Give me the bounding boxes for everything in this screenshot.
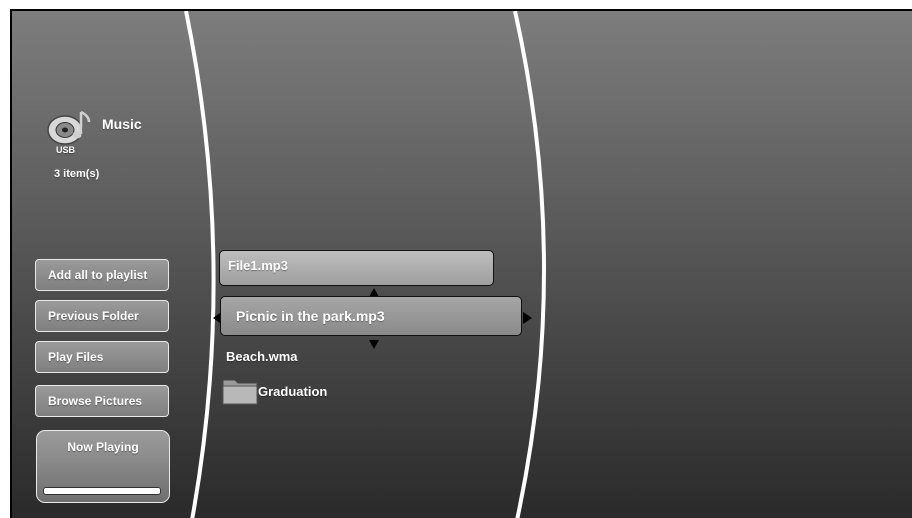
right-arrow-icon[interactable] (523, 312, 532, 324)
now-playing-label: Now Playing (67, 440, 139, 454)
now-playing-panel[interactable]: Now Playing (36, 430, 170, 503)
item-count: 3 item(s) (54, 168, 100, 180)
file-item-beach[interactable]: Beach.wma (226, 349, 298, 364)
previous-folder-button[interactable]: Previous Folder (35, 300, 169, 332)
left-arrow-icon[interactable] (213, 313, 220, 323)
scroll-down-arrow-icon[interactable] (369, 340, 379, 349)
media-browser-screen: Music USB 3 item(s) Add all to playlist … (10, 9, 912, 518)
play-files-button[interactable]: Play Files (35, 341, 169, 373)
now-playing-progress-bar (43, 487, 161, 495)
right-divider-arc (513, 11, 546, 518)
file-item-file1[interactable]: File1.mp3 (219, 250, 494, 286)
source-title: Music (102, 116, 142, 132)
file-item-selected[interactable]: Picnic in the park.mp3 (220, 296, 522, 336)
browse-pictures-button[interactable]: Browse Pictures (35, 385, 169, 417)
folder-icon[interactable] (221, 374, 259, 406)
folder-item-graduation[interactable]: Graduation (258, 384, 327, 399)
music-note-disc-icon (47, 110, 91, 145)
source-device: USB (56, 145, 76, 155)
left-divider-arc (184, 11, 216, 518)
add-all-to-playlist-button[interactable]: Add all to playlist (35, 259, 169, 291)
